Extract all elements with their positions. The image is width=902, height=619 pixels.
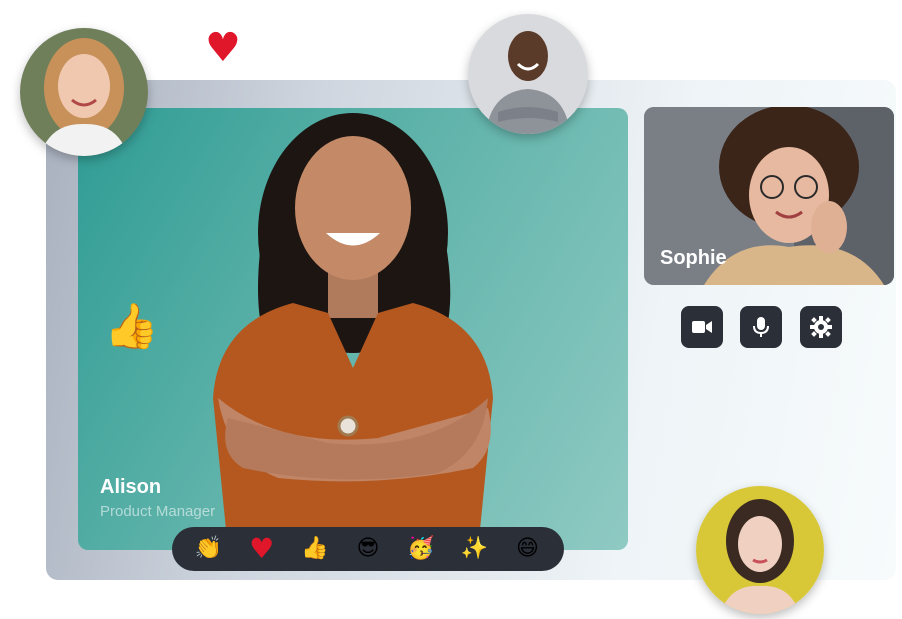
participant-avatar-top-left[interactable] (20, 28, 148, 156)
microphone-icon (753, 317, 769, 337)
main-participant-name: Alison (100, 476, 162, 498)
side-video-tile[interactable]: Sophie (644, 107, 894, 285)
participant-avatar-top-center[interactable] (468, 14, 588, 134)
main-video-tile[interactable]: Alison Product Manager (78, 108, 628, 550)
main-participant-role: Product Manager (100, 503, 216, 520)
settings-gear-icon (810, 316, 832, 338)
floating-thumbs-up-reaction: 👍 (104, 301, 159, 352)
thumbs-up-reaction-button[interactable]: 👍 (300, 534, 330, 564)
reactions-bar: 👏 ♥ 👍 😎 🥳 ✨ 😄 (172, 527, 564, 571)
side-participant-name: Sophie (660, 247, 727, 269)
clap-reaction-button[interactable]: 👏 (194, 534, 224, 564)
heart-icon: ♥ (205, 25, 241, 71)
video-camera-icon (692, 321, 712, 333)
laughing-face-reaction-button[interactable]: 😄 (512, 534, 542, 564)
participant-avatar-bottom-right[interactable] (696, 486, 824, 614)
party-face-reaction-button[interactable]: 🥳 (406, 534, 436, 564)
microphone-toggle-button[interactable] (740, 306, 782, 348)
settings-button[interactable] (800, 306, 842, 348)
camera-toggle-button[interactable] (681, 306, 723, 348)
cool-face-reaction-button[interactable]: 😎 (353, 534, 383, 564)
heart-reaction-button[interactable]: ♥ (247, 534, 277, 564)
floating-heart-reaction: ♥ (205, 28, 241, 68)
sparkle-reaction-button[interactable]: ✨ (459, 534, 489, 564)
